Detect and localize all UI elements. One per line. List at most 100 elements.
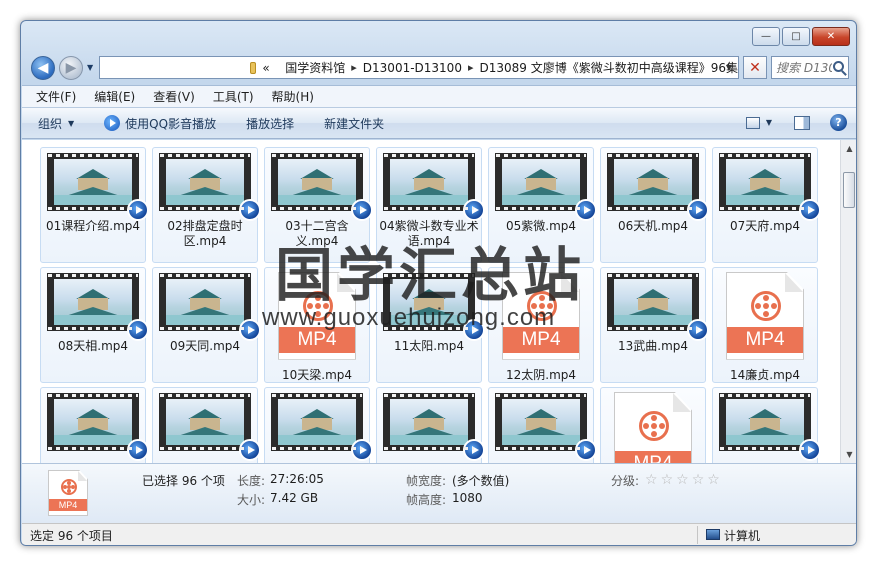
mp4-label: MP4 (49, 499, 87, 511)
file-item[interactable]: MP4 (600, 387, 706, 463)
status-bar: 选定 96 个项目 计算机 (22, 523, 856, 545)
breadcrumb-item[interactable]: D13089 文廖博《紫微斗数初中高级课程》96集 (480, 59, 739, 76)
video-thumbnail (47, 153, 149, 221)
recent-pages-dropdown-icon[interactable]: ▼ (87, 63, 93, 72)
star-icon[interactable]: ☆ (707, 473, 720, 487)
change-view-icon[interactable] (745, 116, 760, 129)
menu-file[interactable]: 文件(F) (36, 88, 76, 105)
vertical-scrollbar[interactable]: ▲ ▼ (840, 140, 856, 463)
scroll-down-icon[interactable]: ▼ (841, 446, 856, 463)
status-selection-text: 选定 96 个项目 (30, 529, 113, 543)
help-icon[interactable]: ? (830, 114, 847, 131)
file-name: 04紫微斗数专业术语.mp4 (379, 219, 479, 248)
file-item[interactable]: MP4 10天梁.mp4 (264, 267, 370, 383)
file-item[interactable] (376, 387, 485, 463)
file-item[interactable]: MP4 14廉贞.mp4 (712, 267, 818, 383)
search-box[interactable] (771, 56, 849, 79)
file-name: 01课程介绍.mp4 (45, 219, 141, 233)
play-selection-button[interactable]: 播放选择 (246, 115, 294, 132)
back-button[interactable]: ◀ (31, 56, 55, 80)
maximize-button[interactable]: □ (782, 27, 810, 46)
file-name: 14廉贞.mp4 (729, 367, 801, 382)
video-thumbnail (383, 153, 485, 221)
file-item[interactable]: 06天机.mp4 (600, 147, 709, 263)
menu-view[interactable]: 查看(V) (153, 88, 195, 105)
file-item[interactable]: 07天府.mp4 (712, 147, 821, 263)
breadcrumb-overflow[interactable]: « (262, 61, 269, 75)
video-thumbnail (47, 273, 149, 341)
star-icon[interactable]: ☆ (692, 473, 705, 487)
video-thumbnail (495, 153, 597, 221)
file-item[interactable]: 02排盘定盘时区.mp4 (152, 147, 261, 263)
video-thumbnail (719, 153, 821, 221)
organize-button[interactable]: 组织 ▼ (38, 115, 74, 132)
film-reel-icon (527, 291, 557, 321)
explorer-window: — □ ✕ ◀ ▶ ▼ « 国学资料馆 ▸ D13001-D13100 ▸ D1… (20, 20, 857, 546)
file-item[interactable] (488, 387, 597, 463)
new-folder-button[interactable]: 新建文件夹 (324, 115, 384, 132)
file-item[interactable]: 09天同.mp4 (152, 267, 261, 383)
size-label: 大小: (237, 493, 266, 507)
breadcrumb-separator-icon[interactable] (276, 61, 280, 74)
film-reel-icon (639, 411, 669, 441)
file-item[interactable]: 04紫微斗数专业术语.mp4 (376, 147, 485, 263)
view-controls: ▼ ? (745, 114, 847, 131)
length-label: 长度: (237, 474, 266, 488)
file-item[interactable] (264, 387, 373, 463)
file-item[interactable]: 13武曲.mp4 (600, 267, 709, 383)
frame-height-value[interactable]: 1080 (452, 491, 483, 505)
video-thumbnail (383, 273, 485, 341)
qq-player-icon (799, 199, 821, 221)
file-item[interactable] (152, 387, 261, 463)
file-item[interactable] (712, 387, 821, 463)
file-item[interactable]: 01课程介绍.mp4 (40, 147, 149, 263)
qq-player-icon (575, 439, 597, 461)
mp4-file-icon: MP4 (726, 272, 804, 360)
star-icon[interactable]: ☆ (661, 473, 674, 487)
minimize-button[interactable]: — (752, 27, 780, 46)
scroll-up-icon[interactable]: ▲ (841, 140, 856, 157)
organize-label: 组织 (38, 116, 63, 131)
video-thumbnail (719, 393, 821, 461)
breadcrumb-item[interactable]: D13001-D13100 (363, 61, 462, 75)
file-name: 06天机.mp4 (617, 219, 689, 233)
file-list-pane: 01课程介绍.mp4 02排盘定盘时区.mp4 03十二宫含义.mp4 04紫微斗数专… (22, 140, 856, 463)
file-item[interactable]: MP4 12太阴.mp4 (488, 267, 594, 383)
address-dropdown-icon[interactable]: ▼ (726, 63, 732, 72)
breadcrumb-separator-icon[interactable]: ▸ (468, 61, 474, 74)
star-icon[interactable]: ☆ (676, 473, 689, 487)
menu-help[interactable]: 帮助(H) (272, 88, 314, 105)
video-thumbnail (607, 153, 709, 221)
stop-button[interactable]: ✕ (743, 56, 767, 79)
play-with-qq-button[interactable]: 使用QQ影音播放 (104, 115, 216, 132)
qq-player-icon (239, 439, 261, 461)
address-bar[interactable]: « 国学资料馆 ▸ D13001-D13100 ▸ D13089 文廖博《紫微斗… (99, 56, 739, 79)
video-thumbnail (159, 393, 261, 461)
view-options-dropdown-icon[interactable]: ▼ (766, 118, 772, 127)
length-value: 27:26:05 (270, 472, 324, 486)
search-input[interactable] (776, 60, 832, 75)
search-icon[interactable] (833, 61, 844, 72)
file-item[interactable]: 11太阳.mp4 (376, 267, 485, 383)
mp4-file-icon: MP4 (502, 272, 580, 360)
video-thumbnail (495, 393, 597, 461)
menu-edit[interactable]: 编辑(E) (94, 88, 135, 105)
star-icon[interactable]: ☆ (645, 473, 658, 487)
qq-player-icon (239, 199, 261, 221)
scroll-thumb[interactable] (843, 172, 855, 208)
file-item[interactable] (40, 387, 149, 463)
details-pane: MP4 已选择 96 个项 长度: 27:26:05 大小: 7.42 GB 帧… (22, 463, 856, 523)
file-name: 10天梁.mp4 (281, 367, 353, 382)
rating-stars[interactable]: ☆ ☆ ☆ ☆ ☆ (645, 473, 723, 487)
preview-pane-icon[interactable] (794, 115, 810, 130)
breadcrumb-separator-icon[interactable]: ▸ (351, 61, 357, 74)
file-item[interactable]: 08天相.mp4 (40, 267, 149, 383)
close-button[interactable]: ✕ (812, 27, 850, 46)
file-item[interactable]: 05紫微.mp4 (488, 147, 597, 263)
breadcrumb-item[interactable]: 国学资料馆 (285, 59, 345, 76)
computer-icon (706, 529, 720, 540)
menu-tools[interactable]: 工具(T) (213, 88, 254, 105)
file-item[interactable]: 03十二宫含义.mp4 (264, 147, 373, 263)
frame-width-value[interactable]: (多个数值) (452, 472, 509, 489)
forward-button[interactable]: ▶ (59, 56, 83, 80)
